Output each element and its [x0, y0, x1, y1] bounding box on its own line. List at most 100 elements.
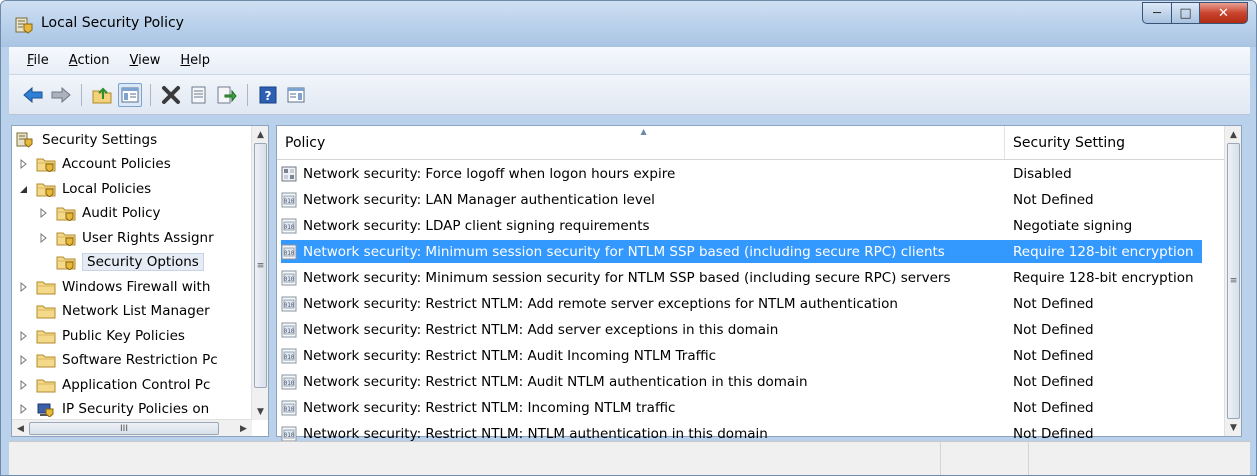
scrollbar-thumb[interactable]: ≡: [1227, 143, 1240, 419]
properties-button[interactable]: [187, 83, 211, 107]
tree-item[interactable]: Software Restriction Pc: [20, 348, 218, 372]
list-row[interactable]: 010 Network security: LDAP client signing…: [281, 214, 1202, 237]
title-bar[interactable]: Local Security Policy ─ □ ✕: [1, 1, 1256, 47]
list-row[interactable]: 010 Network security: Restrict NTLM: Add …: [281, 318, 1202, 341]
security-setting-cell: Disabled: [1013, 165, 1072, 182]
security-setting-cell: Negotiate signing: [1013, 217, 1133, 234]
help-icon: ?: [259, 86, 277, 103]
tree-item[interactable]: Windows Firewall with: [20, 275, 210, 299]
policy-list-view[interactable]: ▲ Policy Security Setting Network securi…: [276, 125, 1242, 442]
secured-folder-icon: [56, 232, 76, 246]
column-header-security-setting[interactable]: Security Setting: [1005, 126, 1226, 159]
tree-vertical-scrollbar[interactable]: ▲ ≡ ▼: [251, 126, 268, 420]
svg-text:010: 010: [284, 250, 295, 257]
scroll-up-arrow-icon[interactable]: ▲: [1225, 126, 1242, 143]
properties-icon: [191, 86, 206, 103]
policy-name-cell: Network security: LDAP client signing re…: [303, 217, 650, 234]
policy-name-cell: Network security: LAN Manager authentica…: [303, 191, 655, 208]
tree-item[interactable]: Audit Policy: [40, 201, 161, 225]
scroll-up-arrow-icon[interactable]: ▲: [252, 126, 269, 143]
collapsed-triangle-icon[interactable]: [18, 355, 28, 365]
forward-button[interactable]: [49, 83, 73, 107]
scroll-down-arrow-icon[interactable]: ▼: [252, 403, 269, 420]
collapsed-triangle-icon[interactable]: [18, 404, 28, 414]
scroll-down-arrow-icon[interactable]: ▼: [1225, 419, 1242, 436]
tree-item[interactable]: Application Control Pc: [20, 373, 210, 397]
list-row[interactable]: 010 Network security: Restrict NTLM: Add …: [281, 292, 1202, 315]
list-row-selected[interactable]: 010 Network security: Minimum session sec…: [281, 240, 1202, 263]
expanded-triangle-icon[interactable]: [18, 184, 28, 194]
list-row[interactable]: 010 Network security: Restrict NTLM: Inco…: [281, 396, 1202, 419]
security-policy-icon: [15, 17, 33, 34]
tree-root[interactable]: Security Settings: [16, 128, 157, 152]
collapsed-triangle-icon[interactable]: [18, 159, 28, 169]
scrollbar-thumb[interactable]: III: [29, 422, 219, 435]
svg-text:?: ?: [265, 89, 272, 103]
show-hide-tree-button[interactable]: [118, 82, 142, 107]
back-button[interactable]: [21, 83, 45, 107]
help-button[interactable]: ?: [256, 83, 280, 107]
list-row[interactable]: 010 Network security: LAN Manager authent…: [281, 188, 1202, 211]
security-setting-cell: Not Defined: [1013, 399, 1094, 416]
maximize-button[interactable]: □: [1172, 2, 1200, 24]
list-row[interactable]: 010 Network security: Minimum session sec…: [281, 266, 1202, 289]
secured-folder-icon: [36, 183, 56, 197]
tree-item-label: Software Restriction Pc: [62, 352, 218, 368]
scrollbar-grip: III: [120, 423, 128, 434]
tree-item[interactable]: Account Policies: [20, 152, 171, 176]
list-row[interactable]: Network security: Force logoff when logo…: [281, 162, 1202, 185]
svg-text:010: 010: [284, 354, 295, 361]
policy-name-cell: Network security: Restrict NTLM: Add rem…: [303, 295, 898, 312]
menu-help-accel: H: [180, 53, 191, 68]
security-setting-cell: Not Defined: [1013, 191, 1094, 208]
scrollbar-thumb[interactable]: ≡: [254, 143, 267, 388]
tree-item[interactable]: Public Key Policies: [20, 324, 185, 348]
minimize-button[interactable]: ─: [1142, 2, 1172, 24]
collapsed-triangle-icon[interactable]: [18, 281, 28, 292]
list-row[interactable]: 010 Network security: Restrict NTLM: Audi…: [281, 370, 1202, 393]
list-vertical-scrollbar[interactable]: ▲ ≡ ▼: [1224, 126, 1241, 436]
tree-item-selected[interactable]: Security Options: [56, 250, 204, 274]
security-settings-icon: [16, 132, 33, 148]
svg-text:010: 010: [284, 276, 295, 283]
show-action-pane-button[interactable]: [284, 83, 308, 107]
collapsed-triangle-icon[interactable]: [38, 232, 48, 243]
window-title: Local Security Policy: [41, 15, 184, 31]
status-section: [1029, 442, 1250, 475]
export-list-button[interactable]: [215, 83, 239, 107]
menu-view[interactable]: View: [120, 53, 171, 68]
close-button[interactable]: ✕: [1200, 2, 1248, 24]
menu-help[interactable]: Help: [170, 53, 220, 68]
close-icon: ✕: [1218, 5, 1229, 21]
up-one-level-button[interactable]: [90, 83, 114, 107]
svg-text:010: 010: [284, 302, 295, 309]
policy-icon: 010: [281, 400, 297, 415]
scroll-right-arrow-icon[interactable]: ▶: [235, 420, 252, 437]
caption-buttons: ─ □ ✕: [1142, 2, 1248, 24]
console-tree[interactable]: Security Settings Account Policies Local …: [11, 125, 269, 437]
tree-item[interactable]: Network List Manager: [36, 299, 210, 323]
collapsed-triangle-icon[interactable]: [38, 208, 48, 218]
tree-item-label: Security Options: [82, 253, 204, 271]
security-setting-cell: Not Defined: [1013, 425, 1094, 442]
svg-text:010: 010: [284, 198, 295, 205]
scroll-left-arrow-icon[interactable]: ◀: [12, 420, 29, 437]
menu-action[interactable]: Action: [59, 53, 120, 68]
menu-file[interactable]: File: [17, 53, 59, 68]
delete-button[interactable]: [159, 83, 183, 107]
folder-icon: [36, 281, 56, 294]
toolbar-separator: [247, 83, 248, 106]
tree-horizontal-scrollbar[interactable]: ◀ III ▶: [12, 419, 252, 436]
policy-icon: 010: [281, 374, 297, 389]
list-row[interactable]: 010 Network security: Restrict NTLM: Audi…: [281, 344, 1202, 367]
collapsed-triangle-icon[interactable]: [18, 330, 28, 341]
ip-security-icon: [37, 403, 54, 417]
tree-item[interactable]: User Rights Assignr: [40, 226, 214, 250]
collapsed-triangle-icon[interactable]: [18, 379, 28, 390]
tree-item-label: User Rights Assignr: [82, 229, 214, 246]
column-header-policy[interactable]: ▲ Policy: [277, 126, 1005, 159]
tree-item[interactable]: Local Policies: [20, 177, 151, 201]
tree-item-label: Account Policies: [62, 156, 171, 172]
toolbar-separator: [81, 83, 82, 106]
tree-item[interactable]: IP Security Policies on: [20, 397, 209, 421]
